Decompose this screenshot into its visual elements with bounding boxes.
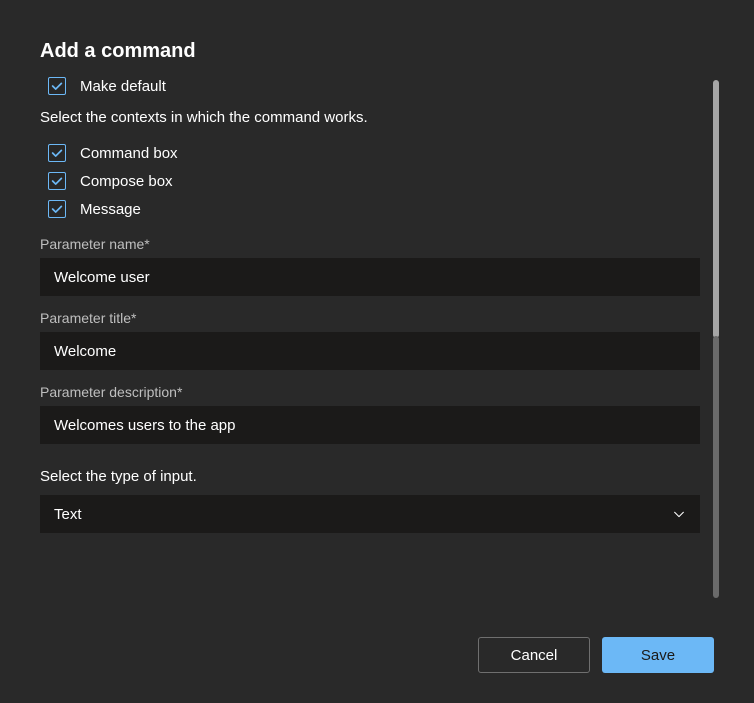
check-icon [50,146,64,160]
param-title-input[interactable] [40,332,700,370]
context-compose-box-row: Compose box [48,172,714,190]
check-icon [50,202,64,216]
param-title-label: Parameter title* [40,310,714,326]
make-default-checkbox[interactable] [48,77,66,95]
check-icon [50,174,64,188]
context-compose-box-checkbox[interactable] [48,172,66,190]
context-label: Compose box [80,173,173,190]
make-default-row: Make default [48,77,714,95]
cancel-button[interactable]: Cancel [478,637,590,673]
check-icon [50,79,64,93]
context-command-box-checkbox[interactable] [48,144,66,162]
context-label: Command box [80,145,178,162]
scrollbar-track[interactable] [713,336,719,598]
param-name-input[interactable] [40,258,700,296]
make-default-label: Make default [80,78,166,95]
param-desc-label: Parameter description* [40,384,714,400]
context-command-box-row: Command box [48,144,714,162]
contexts-group: Command box Compose box Message [40,144,714,218]
chevron-down-icon [672,507,686,521]
context-message-row: Message [48,200,714,218]
input-type-value: Text [54,506,82,523]
contexts-help-text: Select the contexts in which the command… [40,109,714,126]
dialog-title: Add a command [40,40,714,63]
context-message-checkbox[interactable] [48,200,66,218]
dialog-buttons: Cancel Save [478,637,714,673]
param-desc-input[interactable] [40,406,700,444]
param-name-label: Parameter name* [40,236,714,252]
scrollbar-thumb[interactable] [713,80,719,338]
input-type-select[interactable]: Text [40,495,700,533]
save-button[interactable]: Save [602,637,714,673]
input-type-label: Select the type of input. [40,468,714,485]
context-label: Message [80,201,141,218]
